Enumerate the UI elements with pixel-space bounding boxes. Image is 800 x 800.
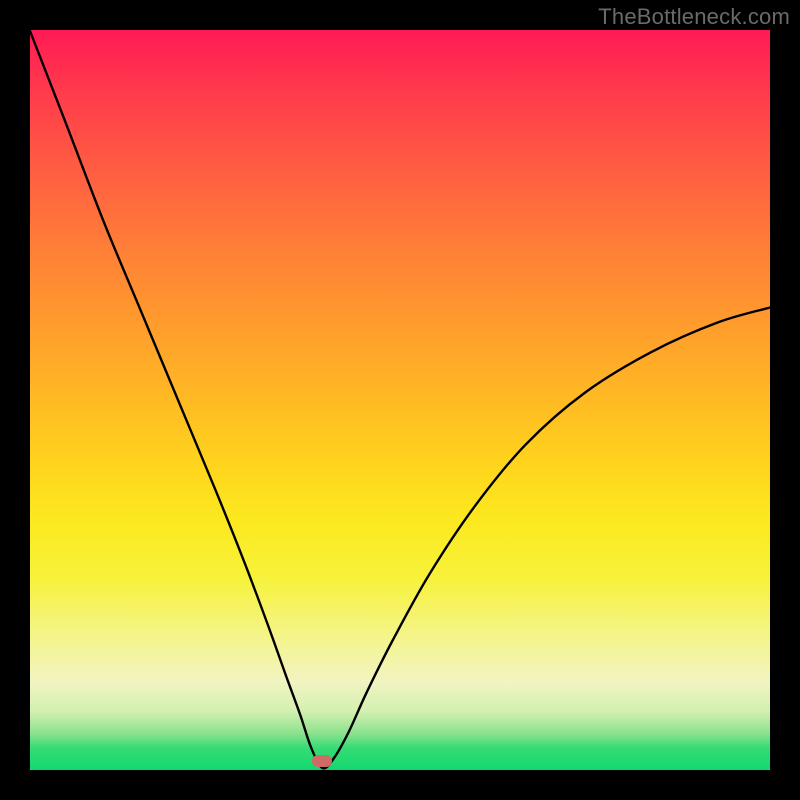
chart-frame: TheBottleneck.com [0, 0, 800, 800]
plot-area [30, 30, 770, 770]
watermark-text: TheBottleneck.com [598, 4, 790, 30]
curve-path [30, 31, 770, 768]
bottleneck-curve [30, 30, 770, 770]
optimal-marker [312, 755, 332, 767]
